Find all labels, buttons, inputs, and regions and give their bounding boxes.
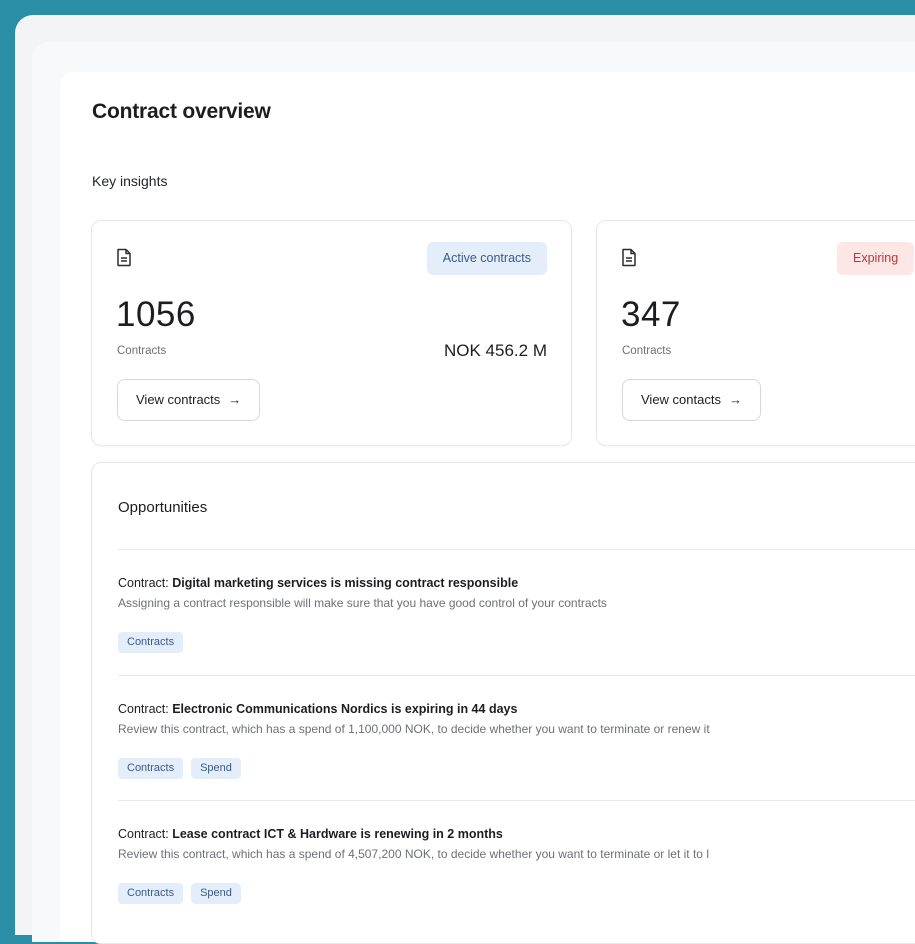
expiring-contracts-badge: Expiring — [837, 242, 915, 275]
opportunities-panel: Opportunities Contract: Digital marketin… — [91, 462, 915, 944]
opportunity-heading: Contract: Electronic Communications Nord… — [118, 702, 517, 716]
section-label-key-insights: Key insights — [92, 173, 168, 189]
tag-contracts: Contracts — [118, 758, 184, 779]
opportunity-tags: Contracts — [118, 632, 184, 653]
opportunity-heading: Contract: Lease contract ICT & Hardware … — [118, 827, 503, 841]
opportunity-prefix: Contract: — [118, 576, 173, 590]
opportunity-tags: Contracts Spend — [118, 883, 241, 904]
tag-contracts: Contracts — [118, 883, 184, 904]
expiring-contracts-card: Expiring 347 Contracts View contacts → — [596, 220, 915, 446]
document-icon — [117, 248, 131, 267]
opportunity-prefix: Contract: — [118, 702, 173, 716]
opportunity-description: Review this contract, which has a spend … — [118, 722, 710, 736]
active-contracts-badge: Active contracts — [426, 242, 547, 275]
opportunity-heading: Contract: Digital marketing services is … — [118, 576, 518, 590]
opportunity-contract-name: Digital marketing services — [172, 576, 328, 590]
opportunity-description: Review this contract, which has a spend … — [118, 847, 709, 861]
view-contracts-label: View contracts — [136, 392, 221, 407]
expiring-contracts-count-label: Contracts — [622, 345, 672, 357]
view-contracts-button[interactable]: View contracts → — [117, 379, 261, 421]
opportunity-status: is renewing in 2 months — [356, 827, 503, 841]
tag-spend: Spend — [191, 758, 241, 779]
opportunity-contract-name: Electronic Communications Nordics — [172, 702, 388, 716]
opportunity-prefix: Contract: — [118, 827, 173, 841]
opportunities-title: Opportunities — [118, 499, 208, 516]
expiring-contracts-count: 347 — [621, 295, 681, 334]
opportunity-tags: Contracts Spend — [118, 758, 241, 779]
arrow-right-icon: → — [228, 392, 242, 407]
arrow-right-icon: → — [728, 392, 742, 407]
active-contracts-card: Active contracts 1056 Contracts NOK 456.… — [91, 220, 572, 446]
opportunity-item[interactable]: Contract: Electronic Communications Nord… — [118, 675, 915, 779]
opportunity-contract-name: Lease contract ICT & Hardware — [172, 827, 357, 841]
opportunity-status: is missing contract responsible — [327, 576, 519, 590]
active-contracts-amount: NOK 456.2 M — [444, 341, 547, 360]
opportunity-status: is expiring in 44 days — [387, 702, 518, 716]
view-contacts-label: View contacts — [641, 392, 721, 407]
document-icon — [622, 248, 636, 267]
opportunity-item[interactable]: Contract: Digital marketing services is … — [118, 549, 915, 653]
opportunity-description: Assigning a contract responsible will ma… — [118, 596, 607, 610]
active-contracts-count: 1056 — [116, 295, 196, 334]
opportunity-item[interactable]: Contract: Lease contract ICT & Hardware … — [118, 800, 915, 904]
tag-spend: Spend — [191, 883, 241, 904]
view-contacts-button[interactable]: View contacts → — [622, 379, 761, 421]
tag-contracts: Contracts — [118, 632, 184, 653]
active-contracts-count-label: Contracts — [117, 345, 167, 357]
page-title: Contract overview — [92, 100, 271, 123]
